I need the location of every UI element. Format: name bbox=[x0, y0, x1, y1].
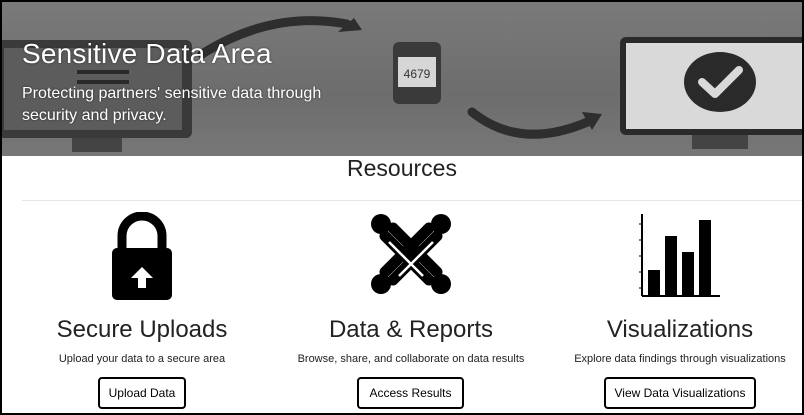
page-frame: 4679 Sensitive Data Area Protecting part… bbox=[0, 0, 804, 415]
resources-heading: Resources bbox=[347, 155, 457, 181]
right-monitor-icon bbox=[620, 37, 802, 149]
joomla-icon bbox=[281, 212, 541, 307]
divider bbox=[22, 200, 802, 201]
card-description: Browse, share, and collaborate on data r… bbox=[297, 353, 525, 365]
lock-icon bbox=[12, 212, 272, 307]
card-title: Secure Uploads bbox=[56, 316, 228, 343]
bar-chart-icon bbox=[550, 212, 802, 307]
access-results-button[interactable]: Access Results bbox=[357, 377, 464, 409]
page-title: Sensitive Data Area bbox=[22, 38, 272, 69]
hero-banner: 4679 Sensitive Data Area Protecting part… bbox=[2, 2, 802, 156]
card-title: Data & Reports bbox=[328, 316, 494, 343]
card-title: Visualizations bbox=[606, 316, 754, 343]
phone-code-text: 4679 bbox=[404, 67, 431, 81]
view-visualizations-button[interactable]: View Data Visualizations bbox=[604, 377, 756, 409]
card-description: Explore data findings through visualizat… bbox=[574, 353, 786, 365]
upload-data-button[interactable]: Upload Data bbox=[98, 377, 186, 409]
hero-background-illustration: 4679 bbox=[2, 16, 802, 152]
arrow-return-icon bbox=[467, 107, 597, 139]
card-description: Upload your data to a secure area bbox=[58, 353, 226, 365]
phone-icon: 4679 bbox=[393, 42, 441, 104]
hero-subtitle: Protecting partners' sensitive data thro… bbox=[22, 85, 322, 124]
